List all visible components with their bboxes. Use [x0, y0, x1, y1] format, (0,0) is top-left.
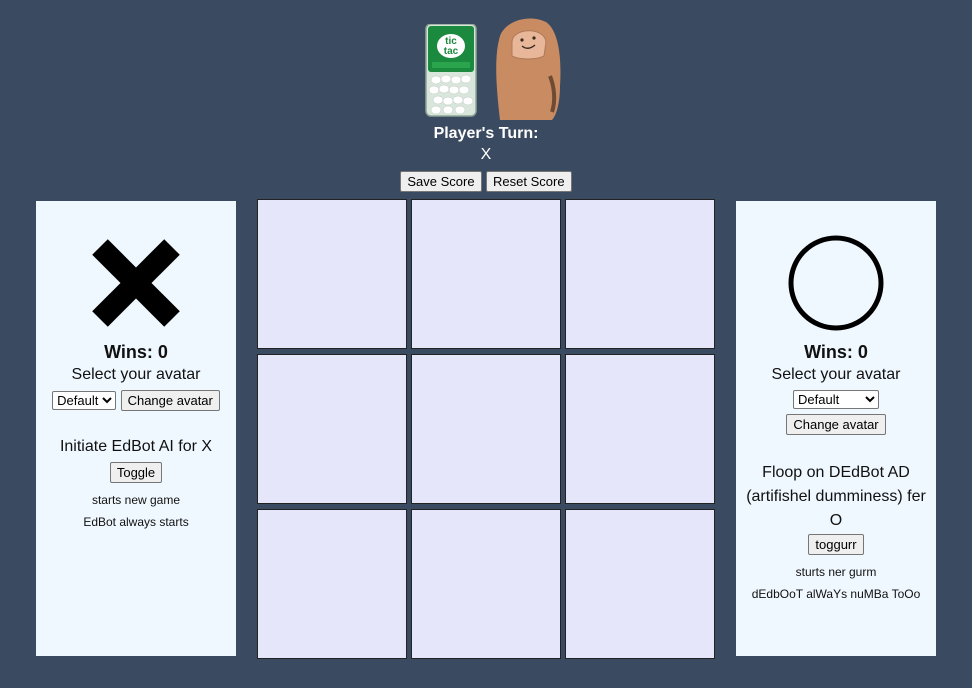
player-o-avatar-select[interactable]: Default	[793, 390, 879, 409]
board-cell-2[interactable]	[411, 199, 561, 349]
x-avatar-icon	[92, 239, 180, 327]
player-o-note-new-game: sturts ner gurm	[795, 565, 877, 579]
player-x-avatar-select[interactable]: Default	[52, 391, 117, 410]
board-cell-7[interactable]	[257, 509, 407, 659]
player-turn-value: X	[480, 146, 492, 163]
save-score-button[interactable]: Save Score	[400, 171, 482, 192]
player-x-note-new-game: starts new game	[91, 493, 181, 507]
board-cell-6[interactable]	[565, 354, 715, 504]
player-x-ai-toggle-button[interactable]: Toggle	[109, 462, 163, 483]
player-x-ai-label: Initiate EdBot AI for X	[59, 438, 213, 455]
player-o-ai-toggle-button[interactable]: toggurr	[808, 534, 864, 555]
player-x-select-avatar-label: Select your avatar	[71, 366, 201, 383]
board-cell-9[interactable]	[565, 509, 715, 659]
player-x-change-avatar-button[interactable]: Change avatar	[120, 390, 220, 411]
player-x-avatar-controls: Default Change avatar	[36, 390, 236, 411]
board-cell-3[interactable]	[565, 199, 715, 349]
player-o-avatar-select-row: Default	[736, 390, 936, 409]
player-x-panel: Wins: 0 Select your avatar Default Chang…	[36, 201, 236, 656]
player-o-ai-label: Floop on DEdBot AD (artifishel dumminess…	[746, 464, 926, 529]
svg-text:tac: tac	[444, 46, 459, 57]
player-x-wins: Wins: 0	[104, 342, 168, 362]
player-o-note-always-starts: dEdbOoT alWaYs nuMBa ToOo	[751, 587, 921, 601]
board-cell-5[interactable]	[411, 354, 561, 504]
player-o-change-avatar-wrap: Change avatar	[736, 414, 936, 435]
reset-score-button[interactable]: Reset Score	[486, 171, 572, 192]
player-x-toggle-wrap: Toggle	[36, 462, 236, 483]
player-o-select-avatar-label: Select your avatar	[771, 366, 901, 383]
board-cell-1[interactable]	[257, 199, 407, 349]
header-images: tic tac	[424, 16, 564, 120]
player-o-toggle-wrap: toggurr	[736, 534, 936, 555]
board-cell-8[interactable]	[411, 509, 561, 659]
player-x-note-always-starts: EdBot always starts	[83, 515, 189, 529]
thumb-image	[496, 18, 561, 120]
o-avatar-icon	[788, 235, 884, 331]
player-turn-label: Player's Turn:	[433, 125, 539, 142]
game-board	[257, 199, 715, 659]
player-o-wins: Wins: 0	[804, 342, 868, 362]
board-cell-4[interactable]	[257, 354, 407, 504]
player-o-change-avatar-button[interactable]: Change avatar	[786, 414, 886, 435]
score-buttons: Save Score Reset Score	[0, 171, 972, 192]
tictac-image: tic tac	[425, 24, 477, 117]
player-o-panel: Wins: 0 Select your avatar Default Chang…	[736, 201, 936, 656]
game-page: tic tac Player's Turn: X Save Score Rese…	[0, 0, 972, 688]
